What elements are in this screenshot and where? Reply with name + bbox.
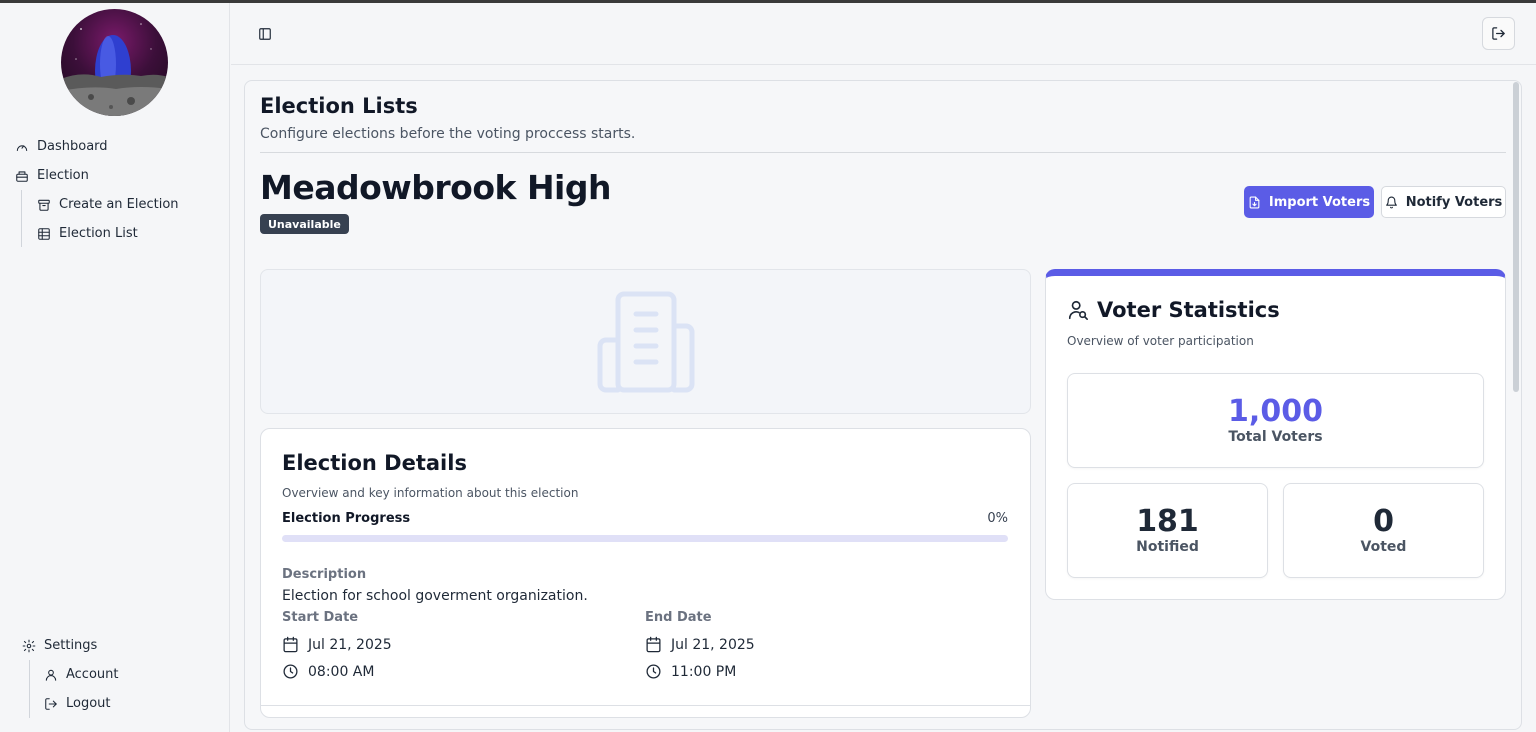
nav-settings[interactable]: Settings <box>22 638 97 653</box>
header-logout-button[interactable] <box>1482 17 1515 50</box>
total-voters-value: 1,000 <box>1228 394 1323 429</box>
building-icon <box>597 291 694 392</box>
progress-bar <box>282 535 1008 542</box>
notify-voters-label: Notify Voters <box>1405 194 1503 210</box>
ballot-box-icon <box>16 170 28 182</box>
user-search-icon <box>1068 300 1088 320</box>
voted-box: 0 Voted <box>1283 483 1484 578</box>
start-time: 08:00 AM <box>282 663 374 680</box>
panel-left-icon <box>259 28 271 40</box>
page-subtitle: Configure elections before the voting pr… <box>260 126 636 142</box>
nav-create-election[interactable]: Create an Election <box>37 197 179 212</box>
sidebar-toggle-button[interactable] <box>255 24 275 44</box>
total-voters-box: 1,000 Total Voters <box>1067 373 1484 468</box>
progress-label: Election Progress <box>282 511 411 526</box>
notified-label: Notified <box>1136 539 1199 555</box>
notified-value: 181 <box>1136 504 1199 539</box>
file-import-icon <box>1249 196 1260 208</box>
start-date: Jul 21, 2025 <box>282 636 392 653</box>
start-date-value: Jul 21, 2025 <box>308 636 392 653</box>
description-text: Election for school goverment organizati… <box>282 588 588 604</box>
election-submenu-line <box>21 190 22 247</box>
import-voters-label: Import Voters <box>1268 194 1371 210</box>
details-title: Election Details <box>282 451 467 475</box>
divider <box>260 152 1506 153</box>
end-time-value: 11:00 PM <box>671 663 737 680</box>
nav-election-label: Election <box>37 168 89 183</box>
settings-submenu-line <box>29 660 30 718</box>
calendar-icon <box>283 636 298 653</box>
end-date-value: Jul 21, 2025 <box>671 636 755 653</box>
start-time-value: 08:00 AM <box>308 663 375 680</box>
start-date-label: Start Date <box>282 610 359 625</box>
bell-icon <box>1385 196 1397 208</box>
nav-create-election-label: Create an Election <box>59 197 179 212</box>
user-icon <box>45 669 57 681</box>
clock-icon <box>283 664 298 679</box>
nav-settings-label: Settings <box>44 638 98 653</box>
nav-election-list-label: Election List <box>59 226 138 241</box>
progress-percent: 0% <box>987 511 1008 526</box>
import-voters-button[interactable]: Import Voters <box>1244 186 1374 218</box>
election-name: Meadowbrook High <box>260 168 612 207</box>
calendar-icon <box>646 636 661 653</box>
end-date: Jul 21, 2025 <box>645 636 755 653</box>
table-icon <box>38 227 50 240</box>
scrollbar[interactable] <box>1513 82 1519 392</box>
nav-account[interactable]: Account <box>44 667 119 682</box>
description-label: Description <box>282 567 367 582</box>
details-divider <box>261 705 1030 706</box>
clock-icon <box>646 664 661 679</box>
nav-election-list[interactable]: Election List <box>37 226 138 241</box>
nav-dashboard-label: Dashboard <box>37 139 108 154</box>
page-title: Election Lists <box>260 94 418 118</box>
total-voters-label: Total Voters <box>1228 429 1323 445</box>
notified-box: 181 Notified <box>1067 483 1268 578</box>
top-header <box>231 3 1536 65</box>
end-date-label: End Date <box>645 610 712 625</box>
logout-icon <box>1492 27 1505 40</box>
gauge-icon <box>16 144 28 151</box>
nav-dashboard[interactable]: Dashboard <box>15 139 108 154</box>
stats-subtitle: Overview of voter participation <box>1067 334 1254 348</box>
archive-icon <box>38 199 50 211</box>
details-subtitle: Overview and key information about this … <box>282 486 579 500</box>
stats-title: Voter Statistics <box>1067 298 1280 322</box>
voted-value: 0 <box>1373 504 1394 539</box>
status-badge: Unavailable <box>260 214 349 234</box>
gear-icon <box>22 639 36 652</box>
voted-label: Voted <box>1360 539 1407 555</box>
election-image-placeholder <box>260 269 1031 414</box>
avatar-image <box>61 23 168 116</box>
nav-election[interactable]: Election <box>15 168 89 183</box>
stats-title-text: Voter Statistics <box>1097 298 1280 322</box>
avatar[interactable] <box>61 9 168 116</box>
nav-account-label: Account <box>66 667 119 682</box>
logout-icon <box>45 697 57 710</box>
notify-voters-button[interactable]: Notify Voters <box>1381 186 1506 218</box>
nav-logout-label: Logout <box>66 696 111 711</box>
end-time: 11:00 PM <box>645 663 736 680</box>
nav-logout[interactable]: Logout <box>44 696 111 711</box>
